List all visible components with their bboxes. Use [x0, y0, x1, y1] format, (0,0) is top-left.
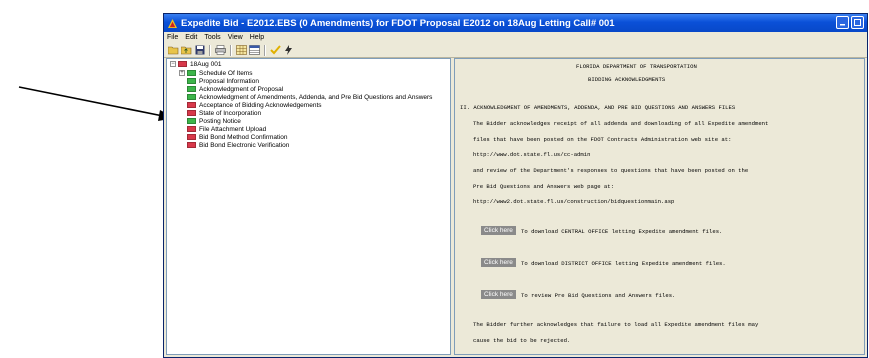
doc-paragraph: The Bidder acknowledges receipt of all a…	[473, 120, 769, 127]
doc-heading-title: BIDDING ACKNOWLEDGMENTS	[588, 76, 666, 83]
tree-item-ack-proposal[interactable]: Acknowledgment of Proposal	[187, 85, 283, 93]
tree-item-label: Proposal Information	[199, 77, 259, 85]
check-button[interactable]	[270, 45, 281, 56]
lightning-button[interactable]	[283, 45, 294, 56]
expand-toggle[interactable]: +	[179, 70, 185, 76]
save-icon	[195, 45, 204, 55]
complete-status-icon	[187, 118, 196, 124]
grid-icon	[236, 45, 247, 55]
root-status-icon	[178, 61, 187, 67]
complete-status-icon	[187, 86, 196, 92]
menu-tools[interactable]: Tools	[204, 34, 220, 41]
central-office-download-button[interactable]: Click here	[481, 226, 516, 235]
navigation-tree: − 18Aug 001 + Schedule Of Items Proposal…	[166, 58, 451, 355]
toolbar-separator	[230, 44, 232, 56]
tree-item-label: Acceptance of Bidding Acknowledgements	[199, 101, 322, 109]
tree-root-label: 18Aug 001	[190, 60, 222, 68]
expedite-logo-icon	[168, 18, 177, 28]
tree-item-bond-verification[interactable]: Bid Bond Electronic Verification	[187, 141, 289, 149]
tree-item-posting[interactable]: Posting Notice	[187, 117, 241, 125]
incomplete-status-icon	[187, 142, 196, 148]
menu-help[interactable]: Help	[250, 34, 264, 41]
tree-item-label: Acknowledgment of Proposal	[199, 85, 284, 93]
tree-item-ack-amendments[interactable]: Acknowledgment of Amendments, Addenda, a…	[187, 93, 432, 101]
tree-item-label: Schedule Of Items	[199, 69, 253, 77]
menu-view[interactable]: View	[228, 34, 243, 41]
district-office-description: To download DISTRICT OFFICE letting Expe…	[521, 260, 726, 267]
doc-section-heading: II. ACKNOWLEDGMENT OF AMENDMENTS, ADDEND…	[460, 104, 736, 111]
tree-item-proposal-info[interactable]: Proposal Information	[187, 77, 259, 85]
folder-up-icon	[181, 46, 192, 55]
pre-bid-review-button[interactable]: Click here	[481, 290, 516, 299]
doc-paragraph: files that have been posted on the FDOT …	[473, 136, 732, 143]
tree-item-acceptance[interactable]: Acceptance of Bidding Acknowledgements	[187, 101, 322, 109]
tree-item-label: State of Incorporation	[199, 109, 262, 117]
print-button[interactable]	[215, 45, 226, 56]
complete-status-icon	[187, 78, 196, 84]
incomplete-status-icon	[187, 134, 196, 140]
menu-bar: File Edit Tools View Help	[164, 32, 867, 43]
maximize-button[interactable]	[851, 16, 864, 29]
district-office-download-button[interactable]: Click here	[481, 258, 516, 267]
tree-item-label: Acknowledgment of Amendments, Addenda, a…	[199, 93, 433, 101]
toolbar-separator	[209, 44, 211, 56]
incomplete-status-icon	[187, 110, 196, 116]
document-pane: FLORIDA DEPARTMENT OF TRANSPORTATION BID…	[454, 58, 865, 355]
check-icon	[270, 45, 281, 55]
menu-file[interactable]: File	[167, 34, 178, 41]
tree-item-label: Posting Notice	[199, 117, 241, 125]
menu-edit[interactable]: Edit	[185, 34, 197, 41]
table-button[interactable]	[249, 45, 260, 56]
pre-bid-review-description: To review Pre Bid Questions and Answers …	[521, 292, 676, 299]
tree-item-label: Bid Bond Method Confirmation	[199, 133, 288, 141]
main-content: − 18Aug 001 + Schedule Of Items Proposal…	[166, 58, 865, 355]
complete-status-icon	[187, 94, 196, 100]
tree-item-file-upload[interactable]: File Attachment Upload	[187, 125, 266, 133]
title-bar: Expedite Bid - E2012.EBS (0 Amendments) …	[164, 14, 867, 32]
tree-item-bond-method[interactable]: Bid Bond Method Confirmation	[187, 133, 288, 141]
collapse-toggle[interactable]: −	[170, 61, 176, 67]
doc-paragraph: Pre Bid Questions and Answers web page a…	[473, 183, 614, 190]
minimize-icon	[840, 24, 845, 26]
doc-paragraph: The Bidder further acknowledges that fai…	[473, 321, 759, 328]
table-icon	[249, 45, 260, 55]
doc-paragraph: cause the bid to be rejected.	[473, 337, 571, 344]
incomplete-status-icon	[187, 102, 196, 108]
doc-heading-agency: FLORIDA DEPARTMENT OF TRANSPORTATION	[576, 63, 697, 70]
toolbar-separator	[264, 44, 266, 56]
folder-up-button[interactable]	[181, 45, 192, 56]
tree-root[interactable]: − 18Aug 001	[170, 60, 221, 68]
doc-url-link[interactable]: http://www.dot.state.fl.us/cc-admin	[473, 151, 591, 158]
window-title: Expedite Bid - E2012.EBS (0 Amendments) …	[181, 17, 615, 29]
print-icon	[215, 45, 226, 55]
grid-button[interactable]	[236, 45, 247, 56]
app-window: Expedite Bid - E2012.EBS (0 Amendments) …	[163, 13, 868, 358]
save-button[interactable]	[194, 45, 205, 56]
central-office-description: To download CENTRAL OFFICE letting Exped…	[521, 228, 723, 235]
tree-item-state[interactable]: State of Incorporation	[187, 109, 261, 117]
doc-url-link[interactable]: http://www2.dot.state.fl.us/construction…	[473, 198, 674, 205]
open-folder-icon	[168, 46, 179, 55]
tree-item-schedule[interactable]: + Schedule Of Items	[179, 69, 252, 77]
incomplete-status-icon	[187, 126, 196, 132]
tree-item-label: Bid Bond Electronic Verification	[199, 141, 290, 149]
complete-status-icon	[187, 70, 196, 76]
toolbar	[164, 43, 867, 58]
lightning-icon	[285, 45, 292, 55]
tree-item-label: File Attachment Upload	[199, 125, 267, 133]
maximize-icon	[854, 19, 861, 26]
minimize-button[interactable]	[836, 16, 849, 29]
open-folder-button[interactable]	[168, 45, 179, 56]
doc-paragraph: and review of the Department's responses…	[473, 167, 749, 174]
